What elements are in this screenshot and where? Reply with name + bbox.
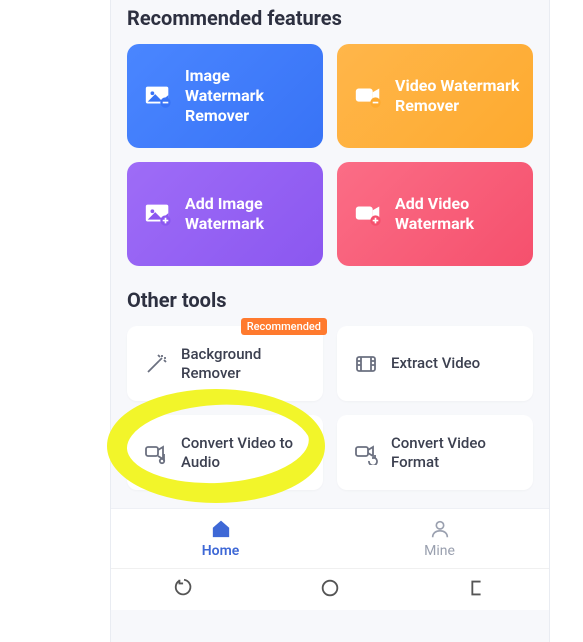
app-screen: Recommended features Image Watermark Rem… [110,0,550,642]
feature-label: Add Video Watermark [395,194,521,234]
feature-image-wm-remover[interactable]: Image Watermark Remover [127,44,323,148]
tab-mine[interactable]: Mine [330,509,549,568]
featured-grid: Image Watermark Remover Video Watermark … [127,44,533,266]
feature-label: Image Watermark Remover [185,66,311,126]
image-plus-icon [141,197,175,231]
user-icon [429,518,451,540]
feature-label: Video Watermark Remover [395,76,521,116]
wand-icon [141,349,171,379]
tool-video-to-audio[interactable]: Convert Video to Audio [127,415,323,490]
feature-add-image-wm[interactable]: Add Image Watermark [127,162,323,266]
feature-label: Add Image Watermark [185,194,311,234]
tab-home-label: Home [202,543,240,559]
content-scroll: Recommended features Image Watermark Rem… [111,0,549,490]
recommended-badge: Recommended [241,318,327,335]
other-tools-title: Other tools [127,288,533,312]
tool-extract-video[interactable]: Extract Video [337,326,533,401]
nav-back-icon[interactable] [465,577,487,603]
tool-label: Convert Video Format [391,434,521,472]
video-convert-icon [351,438,381,468]
home-icon [210,518,232,540]
feature-video-wm-remover[interactable]: Video Watermark Remover [337,44,533,148]
tool-bg-remover[interactable]: Recommended Background Remover [127,326,323,401]
nav-home-icon[interactable] [319,577,341,603]
video-minus-icon [351,79,385,113]
video-audio-icon [141,438,171,468]
video-plus-icon [351,197,385,231]
tab-home[interactable]: Home [111,509,330,568]
bottom-tab-bar: Home Mine [111,508,549,568]
feature-add-video-wm[interactable]: Add Video Watermark [337,162,533,266]
tab-mine-label: Mine [424,543,455,559]
tool-video-format[interactable]: Convert Video Format [337,415,533,490]
system-nav-bar [111,568,549,610]
recommended-title: Recommended features [127,6,533,30]
tool-label: Extract Video [391,354,480,373]
image-minus-icon [141,79,175,113]
film-icon [351,349,381,379]
other-grid: Recommended Background Remover Extract V… [127,326,533,490]
nav-recent-icon[interactable] [173,577,195,603]
tool-label: Background Remover [181,345,311,383]
tool-label: Convert Video to Audio [181,434,311,472]
